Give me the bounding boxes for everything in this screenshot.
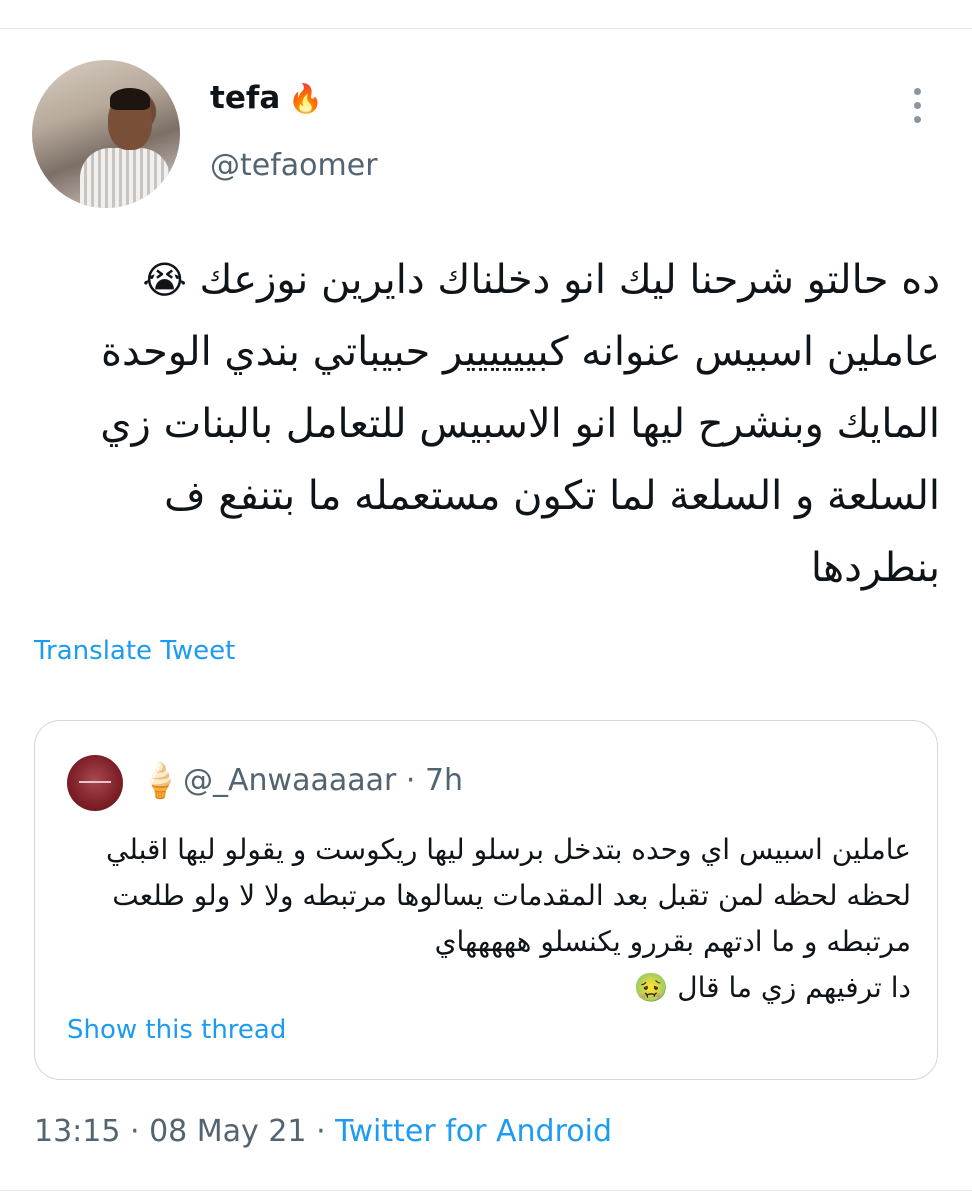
more-dot-icon [914,116,921,123]
display-name-text: tefa [210,80,281,116]
translate-tweet-link[interactable]: Translate Tweet [34,636,235,666]
fire-icon: 🔥 [288,82,324,115]
tweet-text-body: عاملين اسبيس عنوانه كبيييييير حبيباتي بن… [100,329,940,591]
avatar-hair [110,88,150,110]
quoted-author-avatar [67,755,123,811]
tweet-date[interactable]: 08 May 21 [149,1114,306,1149]
tweet-time[interactable]: 13:15 [34,1114,120,1149]
bottom-divider [0,1190,972,1191]
author-avatar[interactable] [32,60,180,208]
quoted-text-line: مرتبطه و ما ادتهم بقررو يكنسلو هههههاي [434,925,911,958]
show-thread-link[interactable]: Show this thread [67,1015,286,1045]
nauseated-face-icon: 🤢 [633,971,669,1004]
tweet-text: ده حالتو شرحنا ليك انو دخلناك دايرين نوز… [60,244,940,604]
meta-separator: · [120,1114,150,1149]
tweet-source-link[interactable]: Twitter for Android [335,1114,612,1149]
tweet-metadata: 13:15 · 08 May 21 · Twitter for Android [34,1114,612,1149]
more-dot-icon [914,102,921,109]
more-dot-icon [914,88,921,95]
more-options-button[interactable] [900,84,936,128]
quoted-text-line-last: دا ترفيهم زي ما قال 🤢 [65,965,911,1011]
top-divider [0,28,972,29]
author-handle[interactable]: @tefaomer [210,148,378,183]
crying-face-icon: 😭 [142,258,187,302]
avatar-shirt [80,148,170,208]
quoted-author-handle: @_Anwaaaaar · 7h [183,763,463,798]
quoted-handle-text: @_Anwaaaaar [183,763,397,798]
quoted-text-line: لحظه لحظه لمن تقبل بعد المقدمات يسالوها … [112,879,911,912]
quoted-tweet-text: عاملين اسبيس اي وحده بتدخل برسلو ليها ري… [65,827,911,1011]
quoted-tweet-card[interactable]: 🍦 @_Anwaaaaar · 7h عاملين اسبيس اي وحده … [34,720,938,1080]
quoted-last-text: دا ترفيهم زي ما قال [677,971,911,1004]
ice-cream-icon: 🍦 [139,761,182,801]
author-display-name[interactable]: tefa 🔥 [210,80,323,116]
tweet-text-line1: ده حالتو شرحنا ليك انو دخلناك دايرين نوز… [199,257,940,303]
meta-separator: · [306,1114,336,1149]
quoted-text-line: عاملين اسبيس اي وحده بتدخل برسلو ليها ري… [106,833,911,866]
quoted-separator: · [405,763,416,798]
quoted-time: 7h [424,763,464,798]
